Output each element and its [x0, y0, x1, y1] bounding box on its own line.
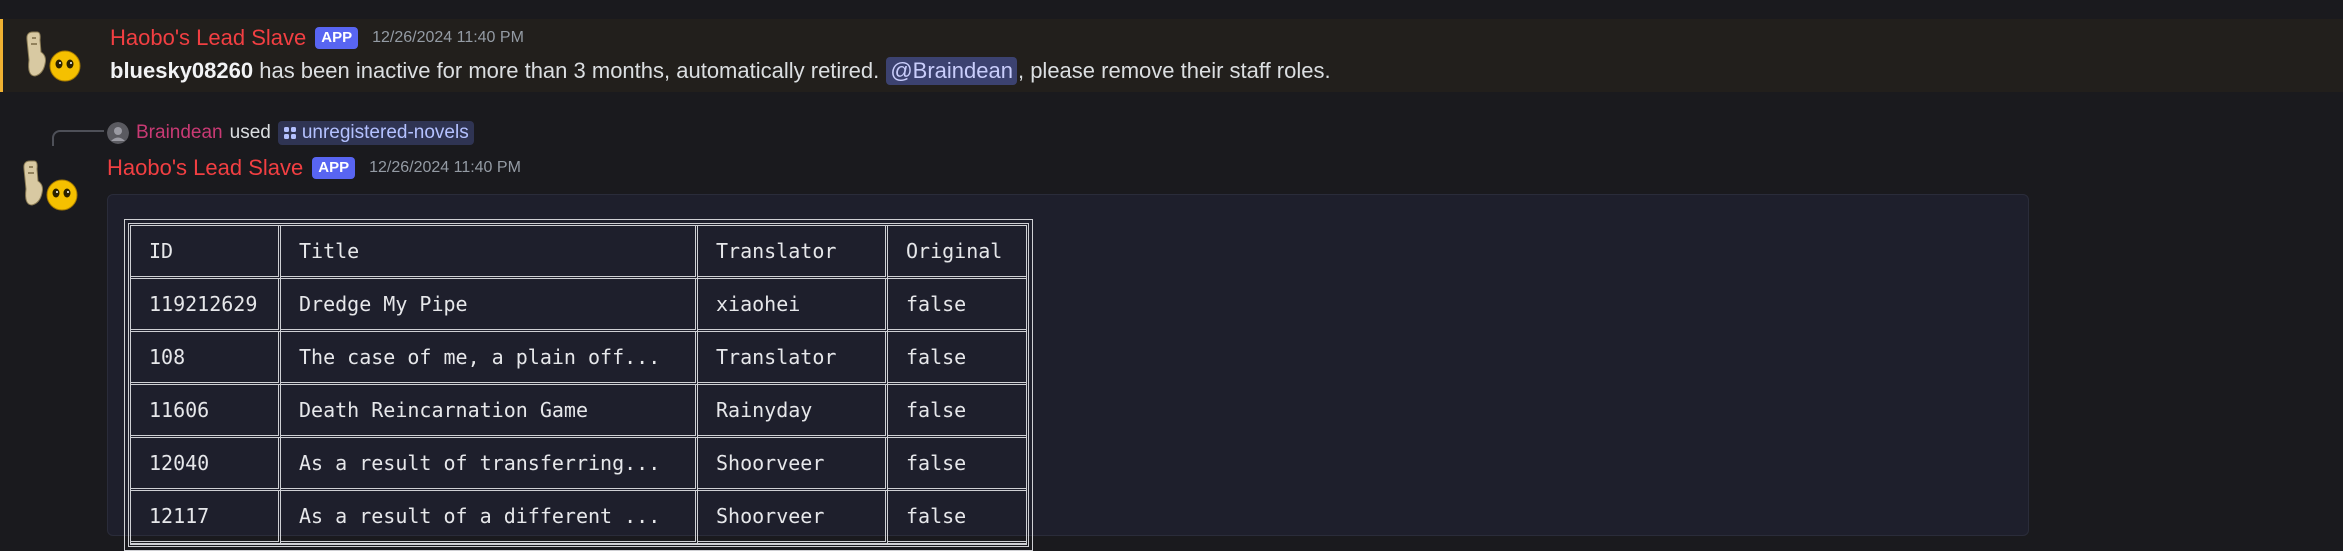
bot-avatar[interactable] [23, 26, 83, 86]
header-translator: Translator [698, 226, 888, 279]
header-id: ID [131, 226, 281, 279]
cell-translator: xiaohei [698, 279, 888, 332]
slash-command-chip[interactable]: unregistered-novels [277, 121, 474, 145]
header-original: Original [888, 226, 1026, 279]
cell-translator: Shoorveer [698, 491, 888, 544]
novels-table-frame: ID Title Translator Original 119212629 D… [124, 219, 1033, 551]
message-text-b: , please remove their staff roles. [1017, 58, 1331, 83]
header-title: Title [281, 226, 698, 279]
user-mention[interactable]: @Braindean [886, 57, 1017, 85]
command-name: unregistered-novels [301, 122, 469, 143]
message-text-a: has been inactive for more than 3 months… [253, 58, 886, 83]
cell-title: Dredge My Pipe [281, 279, 698, 332]
cell-id: 12040 [131, 438, 281, 491]
app-badge: APP [312, 157, 356, 179]
table-row: 12040 As a result of transferring... Sho… [131, 438, 1026, 491]
timestamp[interactable]: 12/26/2024 11:40 PM [372, 29, 524, 47]
reply-spine [52, 130, 104, 146]
slash-command-icon [283, 127, 296, 139]
braindean-avatar-icon[interactable] [107, 122, 129, 144]
cell-id: 12117 [131, 491, 281, 544]
emoji-bot-avatar-icon [23, 160, 78, 211]
cell-id: 11606 [131, 385, 281, 438]
cell-original: false [888, 279, 1026, 332]
cell-original: false [888, 491, 1026, 544]
reply-username[interactable]: Braindean [136, 122, 223, 144]
message-header: Haobo's Lead Slave APP 12/26/2024 11:40 … [110, 25, 524, 51]
retired-username: bluesky08260 [110, 58, 254, 83]
message-header: Haobo's Lead Slave APP 12/26/2024 11:40 … [107, 155, 521, 181]
cell-id: 108 [131, 332, 281, 385]
table-row: 108 The case of me, a plain off... Trans… [131, 332, 1026, 385]
command-reference: Braindean used unregistered-novels [107, 121, 474, 145]
cell-translator: Shoorveer [698, 438, 888, 491]
username[interactable]: Haobo's Lead Slave [107, 155, 303, 181]
cell-title: As a result of transferring... [281, 438, 698, 491]
cell-original: false [888, 385, 1026, 438]
cell-title: As a result of a different ... [281, 491, 698, 544]
cell-translator: Translator [698, 332, 888, 385]
message-inactive-notice: Haobo's Lead Slave APP 12/26/2024 11:40 … [0, 19, 2343, 92]
message-content: bluesky08260 has been inactive for more … [110, 57, 1331, 85]
cell-translator: Rainyday [698, 385, 888, 438]
table-row: 119212629 Dredge My Pipe xiaohei false [131, 279, 1026, 332]
novels-table: ID Title Translator Original 119212629 D… [128, 223, 1029, 547]
cell-original: false [888, 438, 1026, 491]
cell-title: The case of me, a plain off... [281, 332, 698, 385]
cell-title: Death Reincarnation Game [281, 385, 698, 438]
reply-used-label: used [229, 122, 271, 143]
timestamp[interactable]: 12/26/2024 11:40 PM [369, 159, 521, 177]
cell-original: false [888, 332, 1026, 385]
cell-id: 119212629 [131, 279, 281, 332]
bot-avatar[interactable] [20, 155, 80, 215]
username[interactable]: Haobo's Lead Slave [110, 25, 306, 51]
table-row: 12117 As a result of a different ... Sho… [131, 491, 1026, 544]
emoji-bot-avatar-icon [26, 31, 81, 82]
table-header-row: ID Title Translator Original [131, 226, 1026, 279]
app-badge: APP [315, 27, 359, 49]
table-row: 11606 Death Reincarnation Game Rainyday … [131, 385, 1026, 438]
